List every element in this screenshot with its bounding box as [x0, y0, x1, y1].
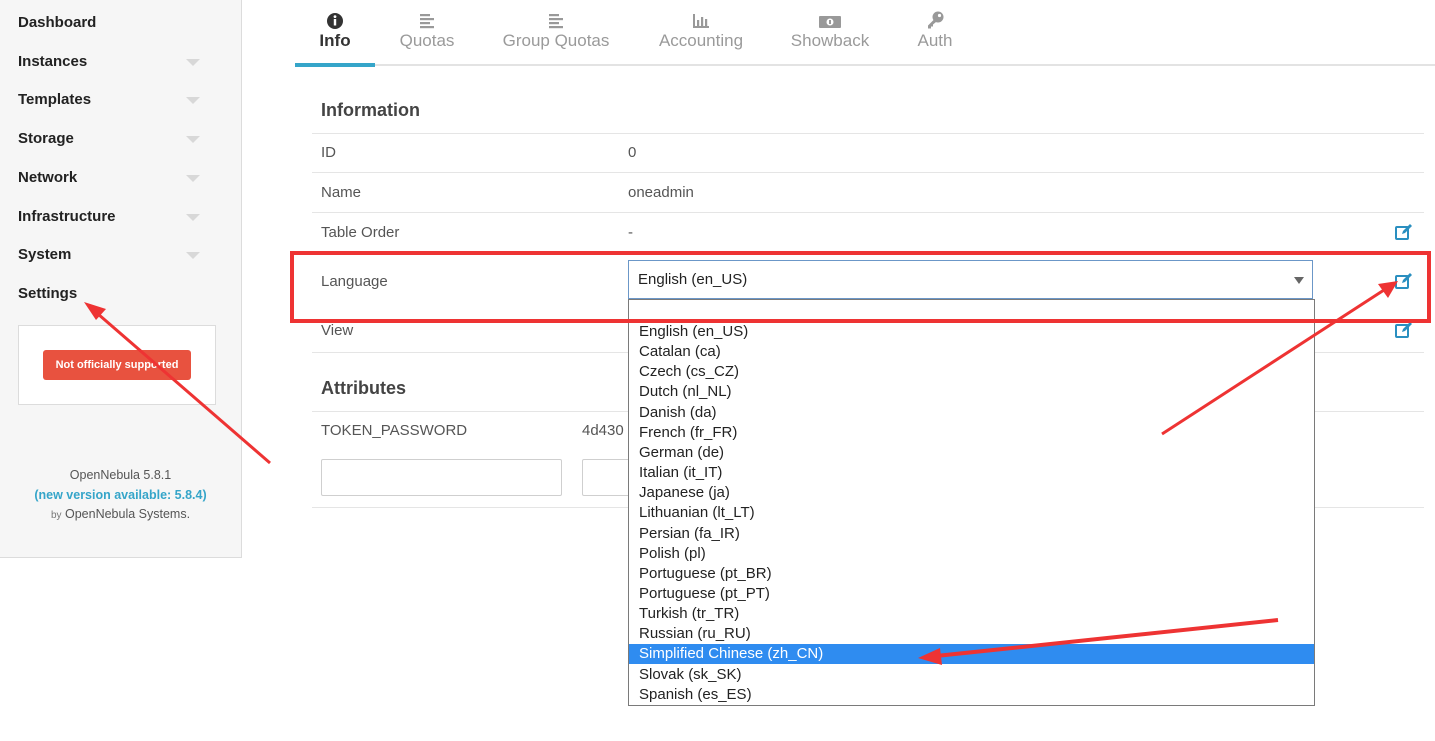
language-option[interactable]: Italian (it_IT) [629, 463, 1314, 483]
language-label: Language [321, 273, 388, 290]
sidebar-item-instances[interactable]: Instances [18, 53, 208, 77]
language-option[interactable]: Slovak (sk_SK) [629, 665, 1314, 685]
chevron-down-icon [186, 214, 200, 221]
chevron-down-icon [186, 59, 200, 66]
tab-info[interactable]: Info [300, 10, 370, 51]
language-option[interactable]: Russian (ru_RU) [629, 624, 1314, 644]
attributes-title: Attributes [321, 378, 406, 398]
sidebar: Dashboard Instances Templates Storage Ne… [0, 0, 242, 558]
sidebar-item-label: Dashboard [18, 14, 97, 31]
sidebar-item-label: Network [18, 169, 78, 186]
sidebar-item-label: Instances [18, 53, 88, 70]
view-label: View [321, 322, 354, 339]
language-option[interactable]: Simplified Chinese (zh_CN) [629, 644, 1314, 665]
attribute-value: 4d430 [582, 422, 624, 439]
tab-label: Showback [790, 31, 870, 50]
sidebar-item-network[interactable]: Network [18, 169, 208, 193]
tab-quotas[interactable]: Quotas [392, 10, 462, 51]
tab-label: Info [319, 31, 351, 50]
tab-auth[interactable]: Auth [908, 10, 962, 51]
language-option[interactable]: English (en_US) [629, 322, 1314, 342]
divider [312, 133, 1424, 134]
sidebar-item-settings[interactable]: Settings [18, 285, 208, 309]
edit-icon[interactable] [1394, 320, 1414, 340]
money-bill-icon [819, 16, 841, 28]
language-option[interactable]: Portuguese (pt_PT) [629, 584, 1314, 604]
edit-icon[interactable] [1394, 271, 1414, 291]
language-option[interactable]: Japanese (ja) [629, 483, 1314, 503]
chevron-down-icon [186, 97, 200, 104]
chevron-down-icon [186, 175, 200, 182]
new-version-link[interactable]: (new version available: 5.8.4) [0, 486, 241, 506]
language-option[interactable]: German (de) [629, 443, 1314, 463]
support-badge[interactable]: Not officially supported [43, 350, 191, 380]
sidebar-item-label: Storage [18, 130, 74, 147]
language-option[interactable]: Spanish (es_ES) [629, 685, 1314, 705]
language-option[interactable]: Turkish (tr_TR) [629, 604, 1314, 624]
tab-group-quotas[interactable]: Group Quotas [496, 10, 616, 51]
table-order-value: - [628, 224, 633, 241]
active-tab-indicator [295, 63, 375, 67]
sidebar-item-label: System [18, 246, 72, 263]
sidebar-item-label: Settings [18, 285, 78, 302]
language-selected-value: English (en_US) [638, 271, 748, 288]
company-link[interactable]: OpenNebula Systems. [65, 507, 190, 521]
list-lines-icon [420, 14, 434, 29]
language-option[interactable]: Czech (cs_CZ) [629, 362, 1314, 382]
info-circle-icon [327, 13, 343, 29]
language-option[interactable]: Catalan (ca) [629, 342, 1314, 362]
language-option[interactable]: Portuguese (pt_BR) [629, 564, 1314, 584]
language-option[interactable]: French (fr_FR) [629, 423, 1314, 443]
chevron-down-icon [186, 252, 200, 259]
version-label: OpenNebula 5.8.1 [69, 468, 172, 482]
sidebar-item-dashboard[interactable]: Dashboard [18, 14, 208, 38]
by-label: by [50, 510, 62, 521]
version-info: OpenNebula 5.8.1 (new version available:… [0, 466, 241, 526]
language-option[interactable]: Persian (fa_IR) [629, 524, 1314, 544]
name-value: oneadmin [628, 184, 694, 201]
divider [312, 212, 1424, 213]
tabs-divider [295, 64, 1435, 66]
tab-label: Group Quotas [502, 31, 610, 50]
language-select[interactable]: English (en_US) [628, 260, 1313, 299]
tab-label: Accounting [658, 31, 744, 50]
dropdown-arrow-icon [1294, 277, 1304, 284]
sidebar-item-storage[interactable]: Storage [18, 130, 208, 154]
language-option[interactable]: Danish (da) [629, 403, 1314, 423]
id-value: 0 [628, 144, 637, 161]
key-icon [928, 11, 944, 29]
sidebar-item-templates[interactable]: Templates [18, 91, 208, 115]
sidebar-item-infrastructure[interactable]: Infrastructure [18, 208, 208, 232]
language-option[interactable]: Lithuanian (lt_LT) [629, 503, 1314, 523]
id-label: ID [321, 144, 336, 161]
sidebar-item-label: Infrastructure [18, 208, 116, 225]
language-dropdown-list: English (en_US) Catalan (ca) Czech (cs_CZ)… [628, 299, 1315, 706]
support-box: Not officially supported [18, 325, 216, 405]
chevron-down-icon [186, 136, 200, 143]
tab-label: Quotas [399, 31, 455, 50]
language-option[interactable]: Polish (pl) [629, 544, 1314, 564]
attribute-key: TOKEN_PASSWORD [321, 422, 468, 439]
new-attribute-key-input[interactable] [321, 459, 562, 496]
tab-label: Auth [917, 31, 953, 50]
sidebar-item-label: Templates [18, 91, 92, 108]
tab-accounting[interactable]: Accounting [652, 10, 750, 51]
language-option[interactable]: Dutch (nl_NL) [629, 382, 1314, 402]
table-order-label: Table Order [321, 224, 400, 241]
name-label: Name [321, 184, 362, 201]
sidebar-item-system[interactable]: System [18, 246, 208, 270]
divider [312, 172, 1424, 173]
list-lines-icon [549, 14, 563, 29]
tab-showback[interactable]: Showback [786, 10, 874, 51]
edit-icon[interactable] [1394, 222, 1414, 242]
information-title: Information [321, 100, 420, 120]
bar-chart-icon [693, 14, 709, 28]
